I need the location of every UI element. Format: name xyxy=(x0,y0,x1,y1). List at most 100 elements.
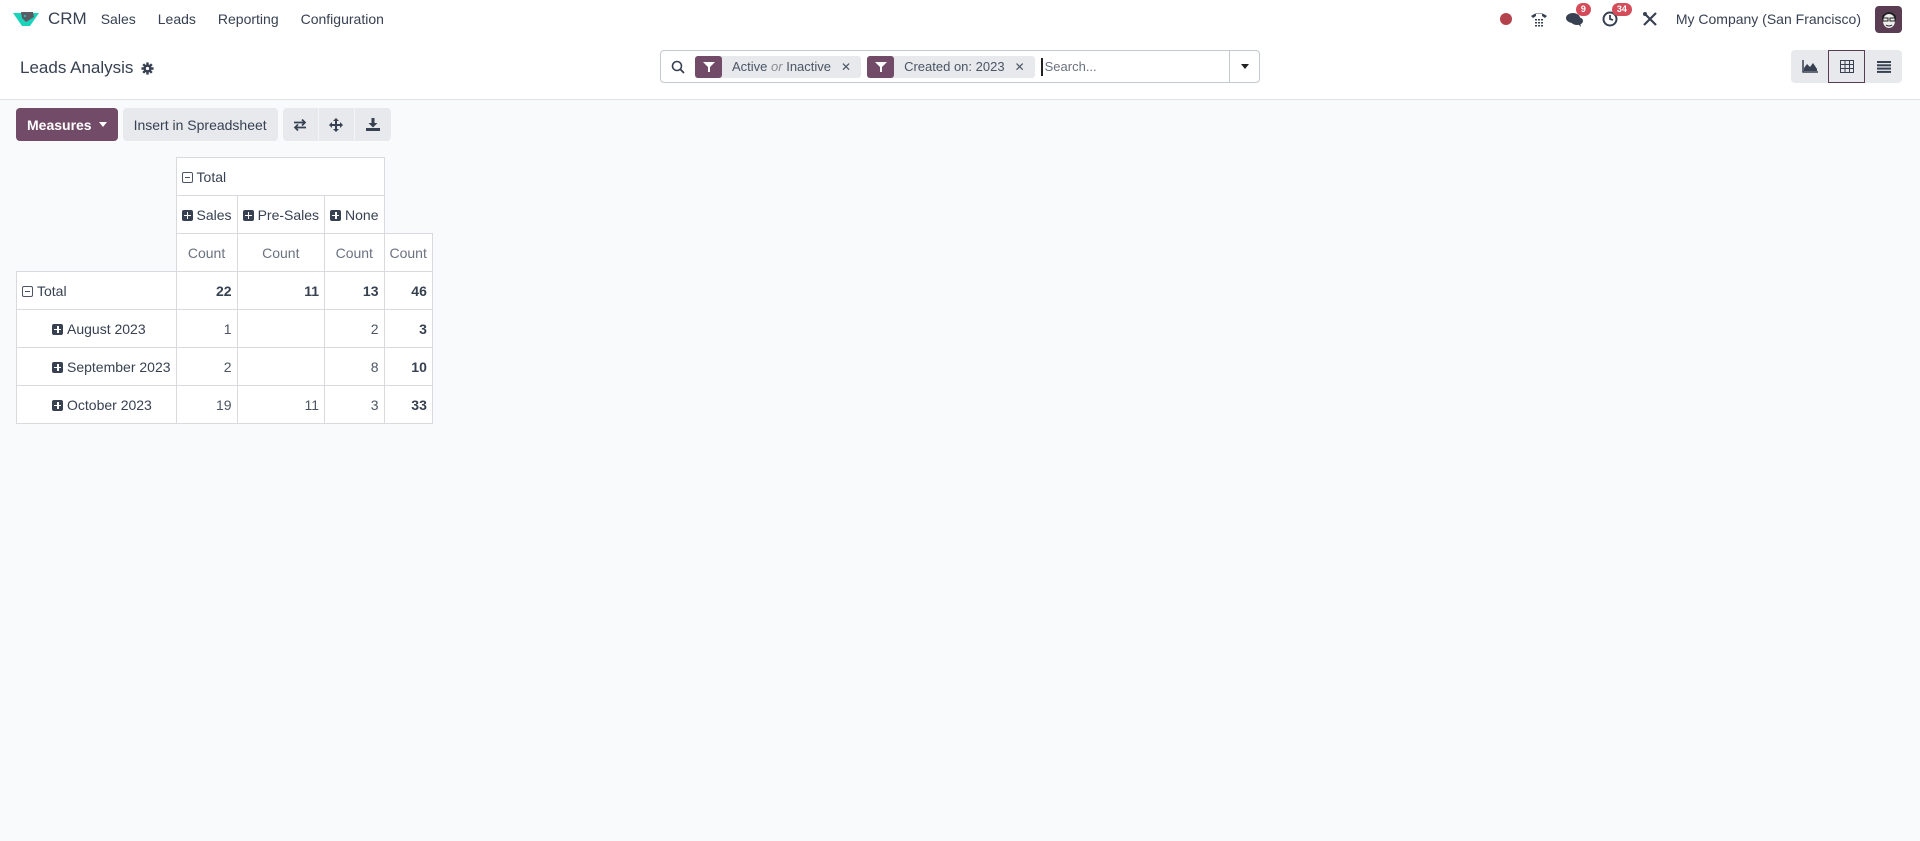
col-header-label: Pre-Sales xyxy=(257,206,320,223)
cell-value[interactable]: 3 xyxy=(383,309,433,348)
gear-icon[interactable] xyxy=(141,61,154,75)
facet-label: Active or Inactive xyxy=(722,59,841,74)
facet-or: or xyxy=(771,59,783,74)
record-dot-icon xyxy=(1499,13,1512,25)
menu-sales[interactable]: Sales xyxy=(101,11,136,27)
pivot-measure-row: Count Count Count Count xyxy=(17,233,433,272)
record-button[interactable] xyxy=(1499,13,1512,25)
filter-icon xyxy=(695,55,722,78)
top-navbar: CRM Sales Leads Reporting Configuration … xyxy=(0,0,1920,38)
view-list-button[interactable] xyxy=(1865,50,1902,83)
facet-remove-button[interactable]: ✕ xyxy=(1015,60,1035,74)
phone-button[interactable] xyxy=(1530,11,1548,27)
facet-created-filter: Created on: 2023 ✕ xyxy=(867,55,1035,78)
pivot-header-row: Sales Pre-Sales None xyxy=(17,195,433,234)
collapse-icon xyxy=(22,285,33,297)
activities-button[interactable]: 34 xyxy=(1602,3,1632,27)
caret-down-icon xyxy=(1240,64,1249,69)
cell-value[interactable]: 1 xyxy=(175,309,238,348)
cell-value[interactable]: 33 xyxy=(383,385,433,424)
search-icon xyxy=(671,60,685,74)
expand-all-button[interactable] xyxy=(319,108,355,141)
cell-value[interactable] xyxy=(236,347,326,386)
pivot-table: Total Sales Pre-Sales None Count Count C… xyxy=(16,157,433,424)
page-title-wrap: Leads Analysis xyxy=(20,58,154,78)
col-header-total[interactable]: Total xyxy=(175,157,385,196)
measure-header[interactable]: Count xyxy=(175,233,238,272)
row-header-label: October 2023 xyxy=(67,396,152,413)
search-options-toggle[interactable] xyxy=(1229,50,1259,83)
cell-value[interactable]: 3 xyxy=(324,385,385,424)
cell-value[interactable]: 11 xyxy=(236,271,326,310)
menu-reporting[interactable]: Reporting xyxy=(218,11,279,27)
page-title: Leads Analysis xyxy=(20,58,134,77)
facet-remove-button[interactable]: ✕ xyxy=(841,60,861,74)
expand-icon xyxy=(52,399,63,411)
phone-icon xyxy=(1530,13,1547,27)
row-header[interactable]: September 2023 xyxy=(16,347,177,386)
search-bar: Active or Inactive ✕ Created on: 2023 ✕ xyxy=(660,50,1260,83)
expand-icon xyxy=(52,323,63,335)
flip-axis-button[interactable] xyxy=(283,108,319,141)
insert-spreadsheet-button[interactable]: Insert in Spreadsheet xyxy=(122,108,278,141)
crm-logo-icon xyxy=(13,12,39,26)
cell-value[interactable]: 8 xyxy=(324,347,385,386)
col-header-sales[interactable]: Sales xyxy=(175,195,238,234)
company-switcher[interactable]: My Company (San Francisco) xyxy=(1676,11,1861,27)
search-input[interactable] xyxy=(1040,57,1229,76)
cell-value[interactable]: 2 xyxy=(324,309,385,348)
cell-value[interactable]: 19 xyxy=(175,385,238,424)
expand-icon xyxy=(330,209,342,221)
col-header-label: None xyxy=(345,206,379,223)
measures-button[interactable]: Measures xyxy=(16,108,118,141)
search-button[interactable] xyxy=(661,60,695,74)
cell-value[interactable]: 11 xyxy=(236,385,326,424)
table-icon xyxy=(1839,60,1854,73)
cell-value[interactable] xyxy=(236,309,326,348)
measures-label: Measures xyxy=(27,116,92,133)
control-panel: Leads Analysis Active or Inactive ✕ Crea… xyxy=(0,38,1920,100)
col-header-none[interactable]: None xyxy=(324,195,385,234)
measure-header[interactable]: Count xyxy=(383,233,433,272)
view-switcher xyxy=(1791,50,1902,83)
avatar[interactable] xyxy=(1875,5,1902,33)
facet-value-inactive: Inactive xyxy=(786,59,832,74)
facet-label: Created on: 2023 xyxy=(904,59,1005,74)
table-row: September 2023 2 8 10 xyxy=(16,347,433,386)
caret-down-icon xyxy=(98,122,107,127)
cell-value[interactable]: 10 xyxy=(383,347,433,386)
facet-value-active: Active xyxy=(732,59,768,74)
cell-value[interactable]: 22 xyxy=(175,271,238,310)
row-header-total[interactable]: Total xyxy=(16,271,177,310)
cell-value[interactable]: 13 xyxy=(324,271,385,310)
app-brand[interactable]: CRM xyxy=(12,9,87,29)
measure-header[interactable]: Count xyxy=(236,233,326,272)
pivot-toolbar: Measures Insert in Spreadsheet xyxy=(16,108,391,141)
collapse-icon xyxy=(181,171,193,183)
view-pivot-button[interactable] xyxy=(1828,50,1865,83)
cell-value[interactable]: 2 xyxy=(175,347,238,386)
row-header-label: August 2023 xyxy=(67,320,146,337)
row-header-label: September 2023 xyxy=(67,358,171,375)
menu-leads[interactable]: Leads xyxy=(158,11,196,27)
menu-configuration[interactable]: Configuration xyxy=(301,11,384,27)
row-header[interactable]: October 2023 xyxy=(16,385,177,424)
download-button[interactable] xyxy=(355,108,391,141)
systray: 9 34 My Company (San Francisco) xyxy=(1482,0,1902,38)
pivot-header-row: Total xyxy=(17,157,433,196)
tools-icon xyxy=(1642,12,1657,26)
row-header-label: Total xyxy=(37,282,67,299)
pivot-actions xyxy=(282,108,391,141)
col-header-presales[interactable]: Pre-Sales xyxy=(236,195,326,234)
messages-button[interactable]: 9 xyxy=(1565,3,1591,27)
user-avatar-icon xyxy=(1881,12,1896,28)
list-icon xyxy=(1876,60,1891,73)
table-row: August 2023 1 2 3 xyxy=(16,309,433,348)
cell-value[interactable]: 46 xyxy=(383,271,433,310)
debug-tools-button[interactable] xyxy=(1642,11,1658,27)
row-header[interactable]: August 2023 xyxy=(16,309,177,348)
view-graph-button[interactable] xyxy=(1791,50,1828,83)
measure-header[interactable]: Count xyxy=(324,233,385,272)
messages-badge: 9 xyxy=(1575,3,1591,16)
expand-icon xyxy=(242,209,254,221)
